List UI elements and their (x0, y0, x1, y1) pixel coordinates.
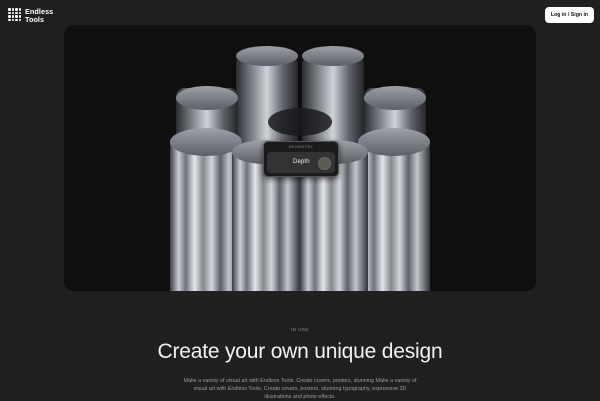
circle-toggle-icon[interactable] (318, 157, 331, 170)
section-eyebrow: IN USE (290, 327, 309, 332)
sculpture-lobe (170, 140, 242, 291)
panel-title: GEOMETRY (288, 145, 314, 149)
brand-name: Endless Tools (25, 8, 53, 23)
depth-label: Depth (293, 158, 310, 165)
section-description: Make a variety of visual art with Endles… (183, 378, 417, 400)
geometry-panel: GEOMETRY Depth (263, 141, 339, 177)
login-button[interactable]: Log in / Sign in (545, 7, 594, 23)
sculpture-lobe (358, 140, 430, 291)
brand-logo[interactable]: Endless Tools (8, 8, 53, 23)
section-headline: Create your own unique design (157, 340, 443, 363)
hero-showcase: GEOMETRY Depth (64, 25, 536, 291)
grid-logo-icon (8, 8, 21, 21)
brand-name-line2: Tools (25, 14, 45, 24)
depth-control[interactable]: Depth (267, 152, 335, 173)
